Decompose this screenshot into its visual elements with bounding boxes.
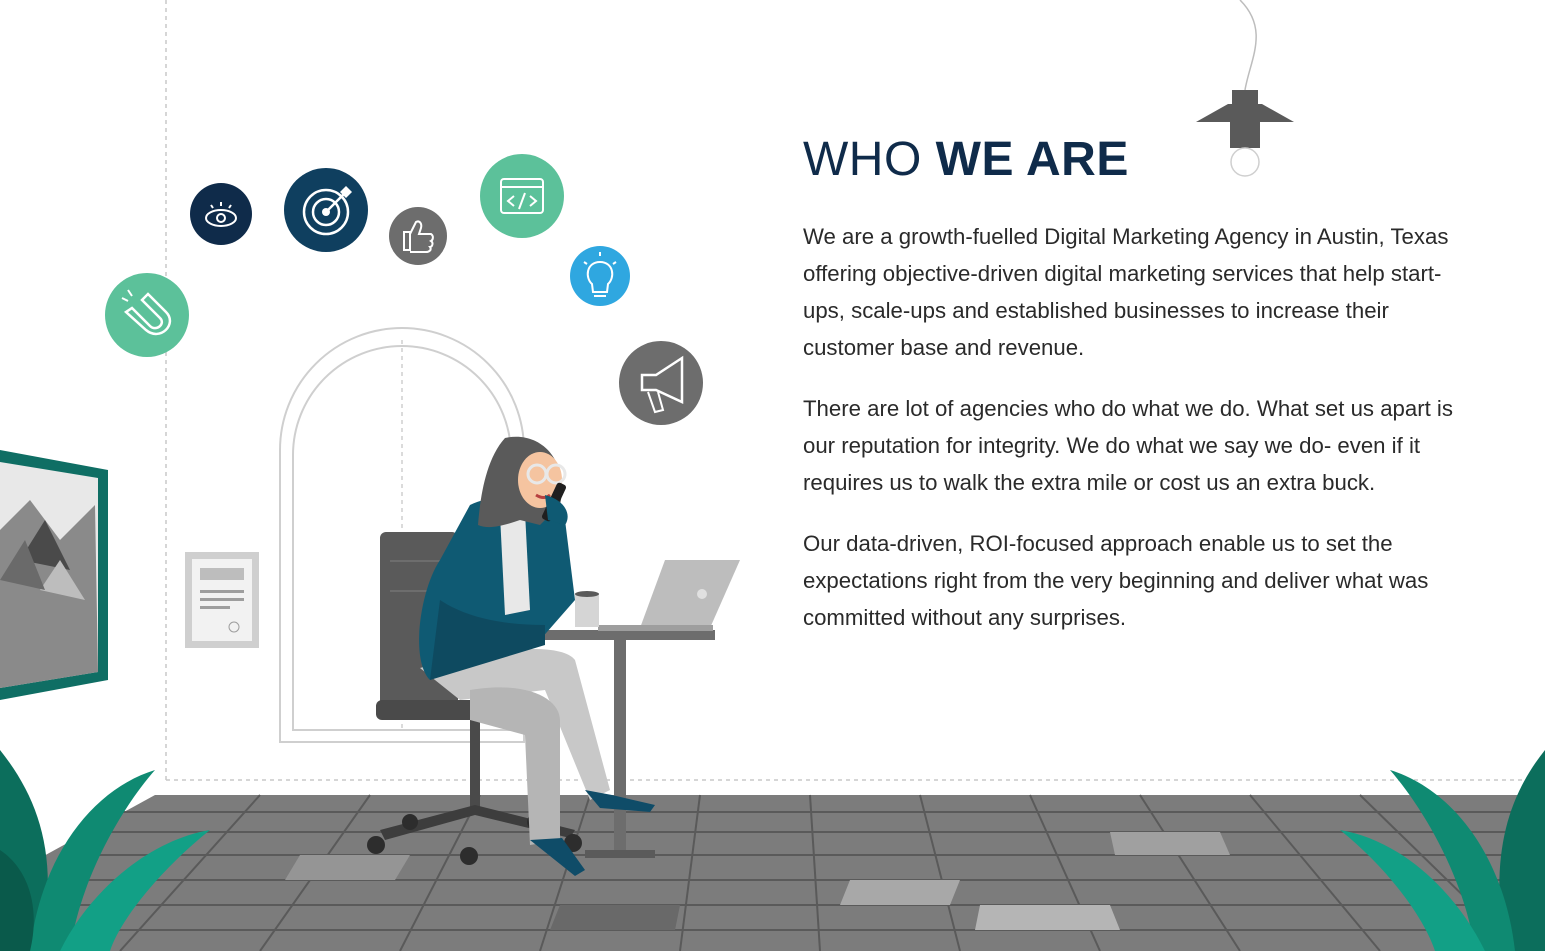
code-icon (480, 154, 564, 238)
target-icon (284, 168, 368, 252)
thumbs-up-icon (389, 207, 447, 265)
integrity-paragraph: There are lot of agencies who do what we… (803, 396, 1453, 495)
eye-icon (190, 183, 252, 245)
title-light: WHO (803, 133, 936, 186)
title-bold: WE ARE (935, 133, 1129, 186)
lightbulb-icon (570, 246, 630, 306)
megaphone-icon (619, 341, 703, 425)
who-we-are-section: WHO WE ARE We are a growth-fuelled Digit… (803, 130, 1453, 660)
magnet-icon (105, 273, 189, 357)
section-title: WHO WE ARE (803, 130, 1453, 190)
intro-paragraph: We are a growth-fuelled Digital Marketin… (803, 224, 1449, 360)
approach-paragraph: Our data-driven, ROI-focused approach en… (803, 531, 1429, 630)
